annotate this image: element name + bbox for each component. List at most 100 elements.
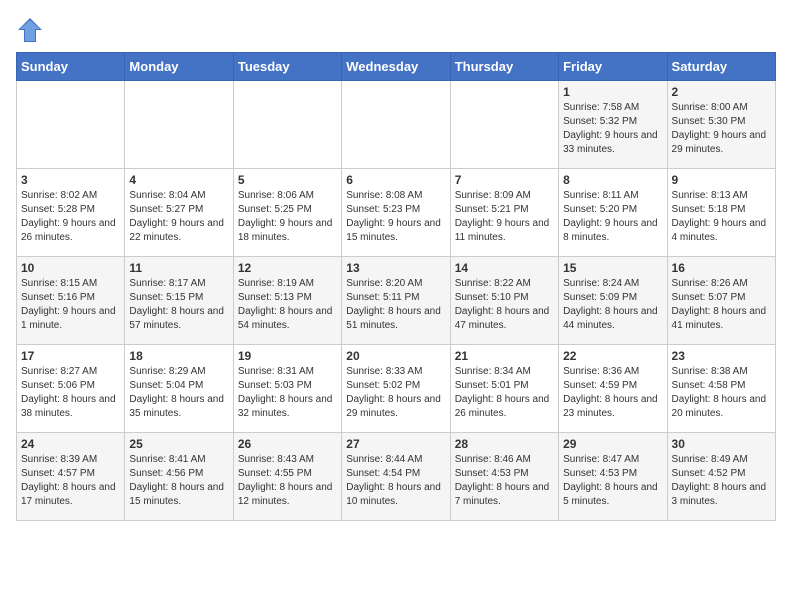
calendar-cell: 17 Sunrise: 8:27 AM Sunset: 5:06 PM Dayli… — [17, 345, 125, 433]
calendar-cell: 26 Sunrise: 8:43 AM Sunset: 4:55 PM Dayli… — [233, 433, 341, 521]
day-info: Sunrise: 8:22 AM Sunset: 5:10 PM Dayligh… — [455, 277, 554, 333]
calendar-cell: 13 Sunrise: 8:20 AM Sunset: 5:11 PM Dayli… — [342, 257, 450, 345]
header-thursday: Thursday — [450, 53, 558, 81]
day-number: 16 — [672, 261, 771, 275]
calendar-week-5: 24 Sunrise: 8:39 AM Sunset: 4:57 PM Dayli… — [17, 433, 776, 521]
day-number: 24 — [21, 437, 120, 451]
calendar-cell: 8 Sunrise: 8:11 AM Sunset: 5:20 PM Daylig… — [559, 169, 667, 257]
day-number: 9 — [672, 173, 771, 187]
calendar-cell: 23Sunrise: 8:38 AM Sunset: 4:58 PM Dayli… — [667, 345, 775, 433]
day-number: 15 — [563, 261, 662, 275]
calendar-cell — [342, 81, 450, 169]
day-info: Sunrise: 8:11 AM Sunset: 5:20 PM Dayligh… — [563, 189, 662, 245]
day-info: Sunrise: 8:43 AM Sunset: 4:55 PM Dayligh… — [238, 453, 337, 509]
calendar-cell: 24 Sunrise: 8:39 AM Sunset: 4:57 PM Dayli… — [17, 433, 125, 521]
day-info: Sunrise: 8:04 AM Sunset: 5:27 PM Dayligh… — [129, 189, 228, 245]
day-number: 10 — [21, 261, 120, 275]
day-number: 27 — [346, 437, 445, 451]
calendar-cell: 21Sunrise: 8:34 AM Sunset: 5:01 PM Dayli… — [450, 345, 558, 433]
calendar-cell — [125, 81, 233, 169]
calendar-cell — [450, 81, 558, 169]
header-sunday: Sunday — [17, 53, 125, 81]
day-number: 6 — [346, 173, 445, 187]
calendar-week-2: 3Sunrise: 8:02 AM Sunset: 5:28 PM Daylig… — [17, 169, 776, 257]
day-number: 18 — [129, 349, 228, 363]
day-info: Sunrise: 8:29 AM Sunset: 5:04 PM Dayligh… — [129, 365, 228, 421]
day-info: Sunrise: 8:47 AM Sunset: 4:53 PM Dayligh… — [563, 453, 662, 509]
day-info: Sunrise: 8:49 AM Sunset: 4:52 PM Dayligh… — [672, 453, 771, 509]
day-number: 7 — [455, 173, 554, 187]
calendar-cell: 18 Sunrise: 8:29 AM Sunset: 5:04 PM Dayli… — [125, 345, 233, 433]
day-info: Sunrise: 8:38 AM Sunset: 4:58 PM Dayligh… — [672, 365, 771, 421]
calendar-cell: 11 Sunrise: 8:17 AM Sunset: 5:15 PM Dayli… — [125, 257, 233, 345]
calendar-cell: 10 Sunrise: 8:15 AM Sunset: 5:16 PM Dayli… — [17, 257, 125, 345]
day-number: 22 — [563, 349, 662, 363]
calendar-cell: 25 Sunrise: 8:41 AM Sunset: 4:56 PM Dayli… — [125, 433, 233, 521]
day-number: 26 — [238, 437, 337, 451]
calendar-cell: 4 Sunrise: 8:04 AM Sunset: 5:27 PM Daylig… — [125, 169, 233, 257]
page-header — [16, 16, 776, 44]
header-monday: Monday — [125, 53, 233, 81]
day-info: Sunrise: 8:09 AM Sunset: 5:21 PM Dayligh… — [455, 189, 554, 245]
day-info: Sunrise: 8:13 AM Sunset: 5:18 PM Dayligh… — [672, 189, 771, 245]
calendar-week-3: 10 Sunrise: 8:15 AM Sunset: 5:16 PM Dayli… — [17, 257, 776, 345]
day-info: Sunrise: 8:02 AM Sunset: 5:28 PM Dayligh… — [21, 189, 120, 245]
day-info: Sunrise: 8:15 AM Sunset: 5:16 PM Dayligh… — [21, 277, 120, 333]
day-number: 30 — [672, 437, 771, 451]
day-info: Sunrise: 8:33 AM Sunset: 5:02 PM Dayligh… — [346, 365, 445, 421]
calendar-cell: 29 Sunrise: 8:47 AM Sunset: 4:53 PM Dayli… — [559, 433, 667, 521]
calendar-cell — [233, 81, 341, 169]
day-info: Sunrise: 8:36 AM Sunset: 4:59 PM Dayligh… — [563, 365, 662, 421]
day-info: Sunrise: 8:34 AM Sunset: 5:01 PM Dayligh… — [455, 365, 554, 421]
day-number: 29 — [563, 437, 662, 451]
logo — [16, 16, 48, 44]
calendar-cell — [17, 81, 125, 169]
day-info: Sunrise: 8:19 AM Sunset: 5:13 PM Dayligh… — [238, 277, 337, 333]
logo-icon — [16, 16, 44, 44]
calendar-cell: 6Sunrise: 8:08 AM Sunset: 5:23 PM Daylig… — [342, 169, 450, 257]
calendar-cell: 12 Sunrise: 8:19 AM Sunset: 5:13 PM Dayli… — [233, 257, 341, 345]
day-number: 12 — [238, 261, 337, 275]
day-info: Sunrise: 8:41 AM Sunset: 4:56 PM Dayligh… — [129, 453, 228, 509]
day-info: Sunrise: 8:46 AM Sunset: 4:53 PM Dayligh… — [455, 453, 554, 509]
day-info: Sunrise: 8:24 AM Sunset: 5:09 PM Dayligh… — [563, 277, 662, 333]
day-info: Sunrise: 8:27 AM Sunset: 5:06 PM Dayligh… — [21, 365, 120, 421]
calendar-table: SundayMondayTuesdayWednesdayThursdayFrid… — [16, 52, 776, 521]
header-wednesday: Wednesday — [342, 53, 450, 81]
day-number: 20 — [346, 349, 445, 363]
day-number: 8 — [563, 173, 662, 187]
calendar-cell: 2 Sunrise: 8:00 AM Sunset: 5:30 PM Daylig… — [667, 81, 775, 169]
day-info: Sunrise: 8:44 AM Sunset: 4:54 PM Dayligh… — [346, 453, 445, 509]
day-number: 25 — [129, 437, 228, 451]
calendar-header-row: SundayMondayTuesdayWednesdayThursdayFrid… — [17, 53, 776, 81]
day-number: 11 — [129, 261, 228, 275]
day-info: Sunrise: 8:39 AM Sunset: 4:57 PM Dayligh… — [21, 453, 120, 509]
day-number: 28 — [455, 437, 554, 451]
calendar-cell: 1 Sunrise: 7:58 AM Sunset: 5:32 PM Daylig… — [559, 81, 667, 169]
calendar-cell: 9 Sunrise: 8:13 AM Sunset: 5:18 PM Daylig… — [667, 169, 775, 257]
day-number: 13 — [346, 261, 445, 275]
day-number: 2 — [672, 85, 771, 99]
day-number: 1 — [563, 85, 662, 99]
day-info: Sunrise: 8:06 AM Sunset: 5:25 PM Dayligh… — [238, 189, 337, 245]
calendar-cell: 16Sunrise: 8:26 AM Sunset: 5:07 PM Dayli… — [667, 257, 775, 345]
day-info: Sunrise: 8:20 AM Sunset: 5:11 PM Dayligh… — [346, 277, 445, 333]
calendar-cell: 19Sunrise: 8:31 AM Sunset: 5:03 PM Dayli… — [233, 345, 341, 433]
calendar-week-4: 17 Sunrise: 8:27 AM Sunset: 5:06 PM Dayli… — [17, 345, 776, 433]
day-info: Sunrise: 7:58 AM Sunset: 5:32 PM Dayligh… — [563, 101, 662, 157]
header-friday: Friday — [559, 53, 667, 81]
day-number: 4 — [129, 173, 228, 187]
calendar-cell: 15 Sunrise: 8:24 AM Sunset: 5:09 PM Dayli… — [559, 257, 667, 345]
day-number: 14 — [455, 261, 554, 275]
day-info: Sunrise: 8:17 AM Sunset: 5:15 PM Dayligh… — [129, 277, 228, 333]
calendar-cell: 14 Sunrise: 8:22 AM Sunset: 5:10 PM Dayli… — [450, 257, 558, 345]
day-number: 17 — [21, 349, 120, 363]
header-saturday: Saturday — [667, 53, 775, 81]
day-number: 19 — [238, 349, 337, 363]
calendar-cell: 5 Sunrise: 8:06 AM Sunset: 5:25 PM Daylig… — [233, 169, 341, 257]
calendar-cell: 20 Sunrise: 8:33 AM Sunset: 5:02 PM Dayli… — [342, 345, 450, 433]
calendar-cell: 22 Sunrise: 8:36 AM Sunset: 4:59 PM Dayli… — [559, 345, 667, 433]
day-info: Sunrise: 8:00 AM Sunset: 5:30 PM Dayligh… — [672, 101, 771, 157]
calendar-week-1: 1 Sunrise: 7:58 AM Sunset: 5:32 PM Daylig… — [17, 81, 776, 169]
day-number: 5 — [238, 173, 337, 187]
